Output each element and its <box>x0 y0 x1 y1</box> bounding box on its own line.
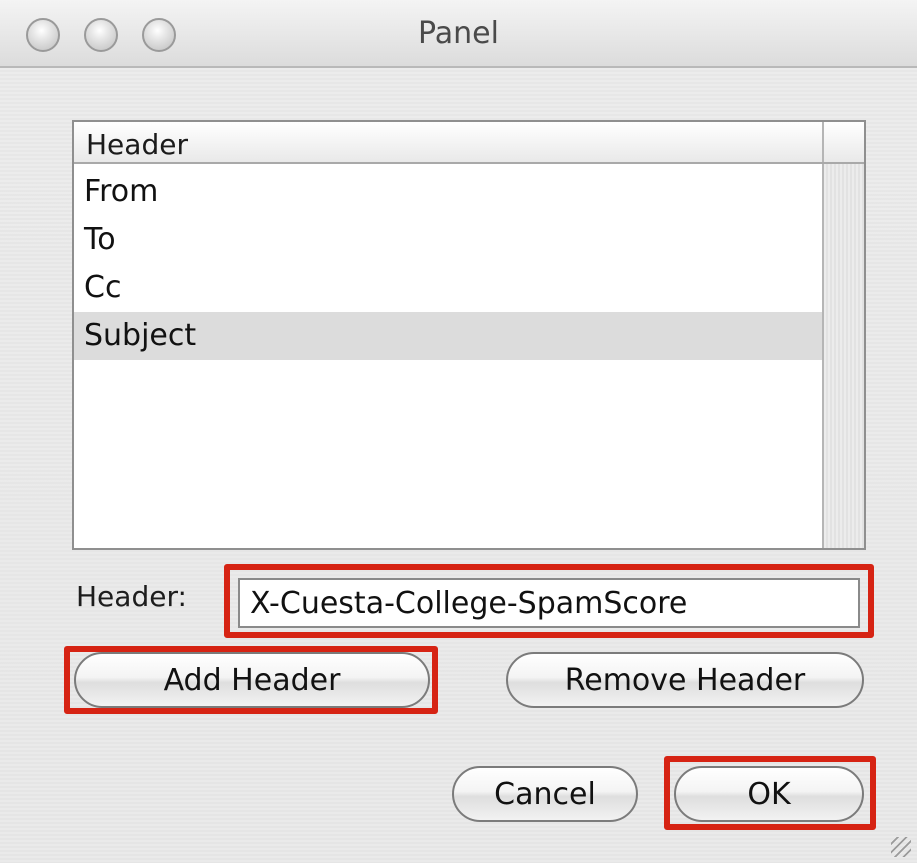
dialog-window: Panel Header From To Cc Subject Header: … <box>0 0 917 863</box>
table-column-header[interactable]: Header <box>74 122 864 164</box>
window-title: Panel <box>418 16 499 51</box>
headers-table: Header From To Cc Subject <box>72 120 866 550</box>
highlight-ok-button <box>664 756 876 830</box>
column-divider <box>822 122 824 162</box>
table-row[interactable]: From <box>74 168 824 216</box>
column-header-label: Header <box>86 128 188 161</box>
title-bar: Panel <box>0 0 917 68</box>
table-row[interactable]: To <box>74 216 824 264</box>
highlight-header-input <box>224 564 874 638</box>
resize-grip-icon[interactable] <box>891 837 911 857</box>
cancel-button[interactable]: Cancel <box>452 766 638 822</box>
header-field-label: Header: <box>76 580 187 613</box>
vertical-scrollbar[interactable] <box>822 164 864 548</box>
highlight-add-header <box>64 646 438 714</box>
table-row[interactable]: Cc <box>74 264 824 312</box>
table-row-selected[interactable]: Subject <box>74 312 824 360</box>
remove-header-button[interactable]: Remove Header <box>506 652 864 708</box>
